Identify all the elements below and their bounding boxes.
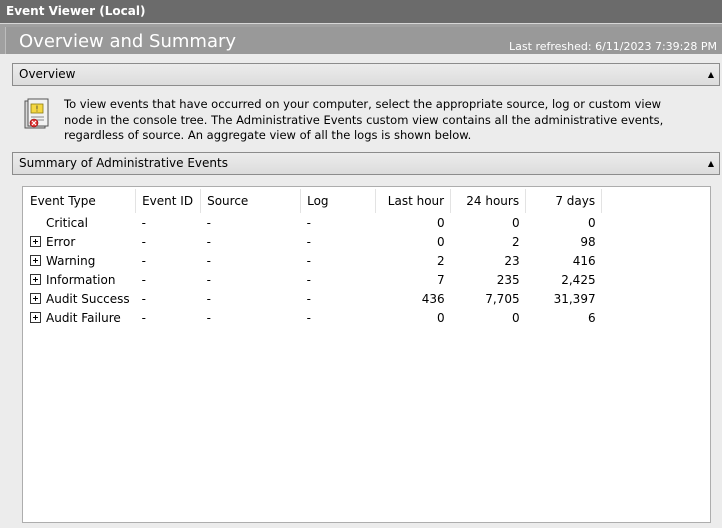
cell-7-days: 0 <box>587 215 596 230</box>
cell-last-hour: 0 <box>436 310 445 325</box>
column-header-event-id[interactable]: Event ID <box>135 189 202 213</box>
table-header-row: Event Type Event ID Source Log Last hour… <box>24 189 603 213</box>
cell-last-hour: 0 <box>436 215 445 230</box>
expand-plus-icon[interactable] <box>30 235 41 247</box>
summary-section-label: Summary of Administrative Events <box>19 156 228 170</box>
cell-log: - <box>306 253 311 268</box>
event-type-label: Error <box>46 234 76 249</box>
svg-text:!: ! <box>35 105 38 114</box>
expand-plus-icon[interactable] <box>30 254 41 266</box>
page-header: Overview and Summary Last refreshed: 6/1… <box>0 23 722 54</box>
event-type-label: Critical <box>46 215 88 230</box>
cell-event-type: Critical <box>24 213 136 232</box>
event-type-label: Warning <box>46 253 96 268</box>
cell-event-id: - <box>141 291 146 306</box>
table-row[interactable]: Critical - - - 0 0 0 <box>24 213 602 232</box>
table-row[interactable]: Warning - - - 2 23 416 <box>24 251 602 270</box>
cell-source: - <box>206 291 211 306</box>
column-header-last-hour[interactable]: Last hour <box>375 189 452 213</box>
cell-log: - <box>306 291 311 306</box>
cell-log: - <box>306 234 311 249</box>
cell-source: - <box>206 215 211 230</box>
cell-event-id: - <box>141 215 146 230</box>
collapse-caret-icon[interactable]: ▲ <box>708 153 714 174</box>
cell-source: - <box>206 234 211 249</box>
table-row[interactable]: Error - - - 0 2 98 <box>24 232 602 251</box>
cell-7-days: 6 <box>587 310 596 325</box>
last-refreshed-label: Last refreshed: 6/11/2023 7:39:28 PM <box>509 40 717 53</box>
cell-24-hours: 235 <box>496 272 520 287</box>
overview-section-header[interactable]: Overview ▲ <box>12 63 720 86</box>
expand-plus-icon[interactable] <box>30 311 41 323</box>
column-header-event-type[interactable]: Event Type <box>24 189 137 213</box>
cell-event-id: - <box>141 310 146 325</box>
event-log-icon: ! <box>24 98 49 129</box>
table-row[interactable]: Audit Success - - -436 7,705 31,397 <box>24 289 602 308</box>
content-area: Overview ▲ ! To view events that have oc… <box>0 54 722 528</box>
cell-7-days: 31,397 <box>553 291 596 306</box>
cell-last-hour: 0 <box>436 234 445 249</box>
column-header-log[interactable]: Log <box>300 189 377 213</box>
cell-24-hours: 0 <box>511 310 520 325</box>
cell-event-id: - <box>141 234 146 249</box>
cell-source: - <box>206 253 211 268</box>
cell-24-hours: 7,705 <box>485 291 520 306</box>
collapse-caret-icon[interactable]: ▲ <box>708 64 714 85</box>
cell-24-hours: 0 <box>511 215 520 230</box>
cell-last-hour: 2 <box>436 253 445 268</box>
page-title: Overview and Summary <box>19 31 237 52</box>
summary-table-panel: Event Type Event ID Source Log Last hour… <box>22 186 711 523</box>
overview-panel: ! To view events that have occurred on y… <box>12 94 720 146</box>
event-type-label: Information <box>46 272 116 287</box>
column-header-7-days[interactable]: 7 days <box>525 189 603 213</box>
cell-source: - <box>206 310 211 325</box>
page-header-inner: Overview and Summary Last refreshed: 6/1… <box>5 27 722 54</box>
cell-last-hour: 7 <box>436 272 445 287</box>
column-header-source[interactable]: Source <box>200 189 302 213</box>
event-type-label: Audit Success <box>46 291 130 306</box>
window-title: Event Viewer (Local) <box>0 0 722 23</box>
overview-description: To view events that have occurred on you… <box>64 97 664 142</box>
column-header-24-hours[interactable]: 24 hours <box>450 189 527 213</box>
cell-7-days: 416 <box>572 253 596 268</box>
cell-log: - <box>306 215 311 230</box>
cell-last-hour: 436 <box>421 291 445 306</box>
expand-plus-icon[interactable] <box>30 273 41 285</box>
cell-event-type: Audit Failure <box>24 308 136 327</box>
cell-log: - <box>306 272 311 287</box>
cell-event-type: Error <box>24 232 136 251</box>
table-row[interactable]: Audit Failure - - - 0 0 6 <box>24 308 602 327</box>
cell-event-type: Information <box>24 270 136 289</box>
event-type-label: Audit Failure <box>46 310 121 325</box>
summary-section-header[interactable]: Summary of Administrative Events ▲ <box>12 152 720 175</box>
cell-event-type: Warning <box>24 251 136 270</box>
cell-event-id: - <box>141 253 146 268</box>
cell-event-type: Audit Success <box>24 289 136 308</box>
cell-7-days: 98 <box>580 234 596 249</box>
cell-log: - <box>306 310 311 325</box>
table-row[interactable]: Information - - - 7 235 2,425 <box>24 270 602 289</box>
cell-source: - <box>206 272 211 287</box>
overview-section-label: Overview <box>19 67 76 81</box>
cell-7-days: 2,425 <box>561 272 596 287</box>
cell-24-hours: 2 <box>511 234 520 249</box>
cell-24-hours: 23 <box>504 253 520 268</box>
expand-plus-icon[interactable] <box>30 292 41 304</box>
cell-event-id: - <box>141 272 146 287</box>
events-summary-table: Event Type Event ID Source Log Last hour… <box>24 189 603 327</box>
